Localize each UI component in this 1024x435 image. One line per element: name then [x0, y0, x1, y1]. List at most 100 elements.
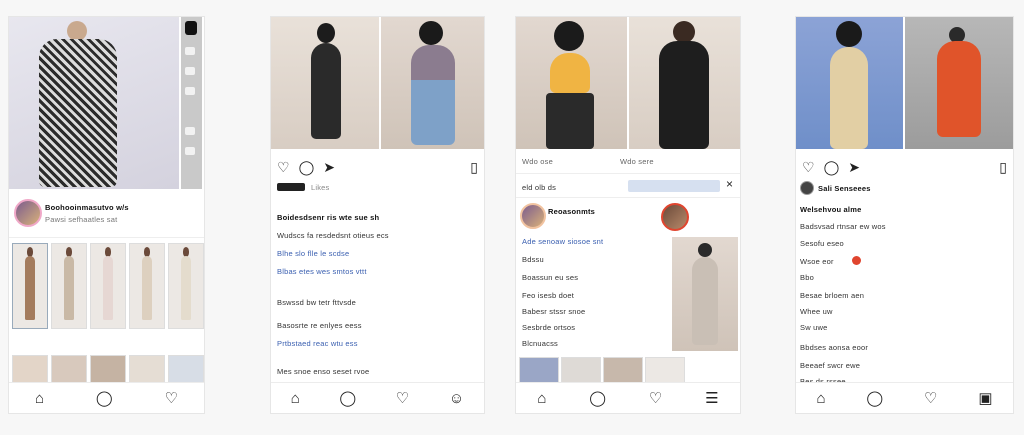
post-photo-right[interactable] — [629, 17, 740, 149]
model-head — [836, 21, 862, 47]
heart-icon[interactable]: ♡ — [802, 160, 815, 174]
grid-thumbnail[interactable] — [519, 357, 559, 383]
model-head — [317, 23, 335, 43]
bookmark-icon[interactable]: ▯ — [470, 160, 478, 174]
phone-screen-2: ♡ ◯ ➤ ▯ Likes Boidesdsenr ris wte sue sh… — [270, 16, 485, 414]
caption-line: Badsvsad rtnsar ew wos — [800, 222, 886, 231]
profile-avatar[interactable] — [800, 181, 814, 195]
share-icon[interactable]: ➤ — [848, 160, 860, 174]
divider — [516, 197, 740, 198]
phone-screen-4: ♡ ◯ ➤ ▯ Sali Senseees Welsehvou alme Bad… — [795, 16, 1014, 414]
side-dot[interactable] — [185, 147, 195, 155]
profile-name[interactable]: Reoasonmts — [548, 207, 595, 216]
share-icon[interactable]: ➤ — [323, 160, 335, 174]
model-head — [419, 21, 443, 45]
menu-icon[interactable]: ☰ — [705, 391, 718, 406]
emoji-badge — [852, 256, 861, 265]
profile-name[interactable]: Boohooinmasutvo w/s — [45, 203, 129, 212]
caption-line: Beeaef swcr ewe — [800, 361, 861, 370]
post-actions: ♡ ◯ ➤ ▯ — [802, 160, 1007, 174]
post-photo-left[interactable] — [796, 17, 903, 149]
post-photo-houndstooth-coat[interactable] — [9, 17, 179, 189]
product-thumbnail[interactable] — [90, 243, 126, 329]
grid-thumbnail[interactable] — [603, 357, 643, 383]
search-input[interactable] — [628, 180, 720, 192]
bottom-nav: ⌂ ◯ ♡ ▣ — [796, 382, 1013, 413]
text-line: Bdssu — [522, 255, 544, 264]
text-line: Feo isesb doet — [522, 291, 574, 300]
model-figure — [659, 41, 709, 149]
caption-line: Bswssd bw tetr fttvsde — [277, 298, 357, 307]
search-icon[interactable]: ◯ — [339, 391, 356, 406]
caption-line: Bbdses aonsa eoor — [800, 343, 869, 352]
profile-name[interactable]: Sali Senseees — [818, 184, 871, 193]
comment-icon[interactable]: ◯ — [299, 160, 315, 174]
model-figure — [830, 47, 868, 149]
caption-line: Sw uwe — [800, 323, 828, 332]
caption-line: Boidesdsenr ris wte sue sh — [277, 213, 380, 222]
phone-screen-3: Wdo ose Wdo sere eld olb ds × Reoasonmts… — [515, 16, 741, 414]
caption-line: Mes snoe enso seset rvoe — [277, 367, 370, 376]
search-icon[interactable]: ◯ — [866, 391, 883, 406]
header-left: Wdo ose — [522, 157, 553, 166]
text-line: Blcnuacss — [522, 339, 558, 348]
story-avatar[interactable] — [661, 203, 689, 231]
side-dot[interactable] — [185, 127, 195, 135]
heart-icon[interactable]: ♡ — [277, 160, 290, 174]
product-thumbnail[interactable] — [168, 243, 204, 329]
search-label: eld olb ds — [522, 183, 557, 192]
link-line[interactable]: Ade senoaw siosoe snt — [522, 237, 603, 246]
heart-icon[interactable]: ♡ — [924, 391, 937, 406]
caption-link[interactable]: Blbas etes wes smtos vttt — [277, 267, 367, 276]
app-icon[interactable] — [185, 21, 197, 35]
caption-link[interactable]: Blhe slo flle le scdse — [277, 249, 349, 258]
home-icon[interactable]: ⌂ — [537, 391, 546, 406]
side-dot[interactable] — [185, 67, 195, 75]
post-photo-left[interactable] — [271, 17, 379, 149]
grid-thumbnail[interactable] — [645, 357, 685, 383]
bottom-nav: ⌂ ◯ ♡ ☺ — [271, 382, 484, 413]
coat-figure — [39, 39, 117, 187]
bookmark-icon[interactable]: ▯ — [999, 160, 1007, 174]
post-photo-right[interactable] — [905, 17, 1013, 149]
home-icon[interactable]: ⌂ — [35, 391, 44, 406]
profile-subtitle: Pawsi sefhaatles sat — [45, 215, 118, 224]
close-icon[interactable]: × — [726, 178, 733, 190]
profile-avatar[interactable] — [14, 199, 42, 227]
model-figure — [692, 257, 718, 345]
side-dot[interactable] — [185, 87, 195, 95]
profile-avatar[interactable] — [520, 203, 546, 229]
inline-post-photo[interactable] — [672, 237, 738, 351]
heart-icon[interactable]: ♡ — [396, 391, 409, 406]
liked-avatars[interactable] — [277, 183, 305, 191]
profile-icon[interactable]: ☺ — [449, 391, 464, 406]
model-head — [698, 243, 712, 257]
post-photo-right[interactable] — [381, 17, 484, 149]
divider — [9, 237, 204, 238]
product-thumbnail[interactable] — [129, 243, 165, 329]
product-thumbnail[interactable] — [51, 243, 87, 329]
heart-icon[interactable]: ♡ — [649, 391, 662, 406]
post-actions: ♡ ◯ ➤ ▯ — [277, 160, 478, 174]
comment-icon[interactable]: ◯ — [824, 160, 840, 174]
caption-line: Wsoe eor — [800, 257, 834, 266]
bottom-nav: ⌂ ◯ ♡ — [9, 382, 204, 413]
post-photo-left[interactable] — [516, 17, 627, 149]
model-figure — [411, 45, 455, 145]
caption-line: Wudscs fa resdedsnt otieus ecs — [277, 231, 389, 240]
side-dot[interactable] — [185, 47, 195, 55]
bookmark-icon[interactable]: ▣ — [978, 391, 992, 406]
home-icon[interactable]: ⌂ — [291, 391, 300, 406]
home-icon[interactable]: ⌂ — [816, 391, 825, 406]
search-icon[interactable]: ◯ — [589, 391, 606, 406]
product-thumbnail[interactable] — [12, 243, 48, 329]
grid-thumbnail[interactable] — [561, 357, 601, 383]
model-figure — [311, 43, 341, 139]
caption-line: Basosrte re enlyes eess — [277, 321, 362, 330]
search-icon[interactable]: ◯ — [96, 391, 113, 406]
heart-icon[interactable]: ♡ — [165, 391, 178, 406]
caption-line: Whee uw — [800, 307, 833, 316]
text-line: Boassun eu ses — [522, 273, 579, 282]
phone-screen-1: Boohooinmasutvo w/s Pawsi sefhaatles sat… — [8, 16, 205, 414]
caption-link[interactable]: Prtbstaed reac wtu ess — [277, 339, 358, 348]
